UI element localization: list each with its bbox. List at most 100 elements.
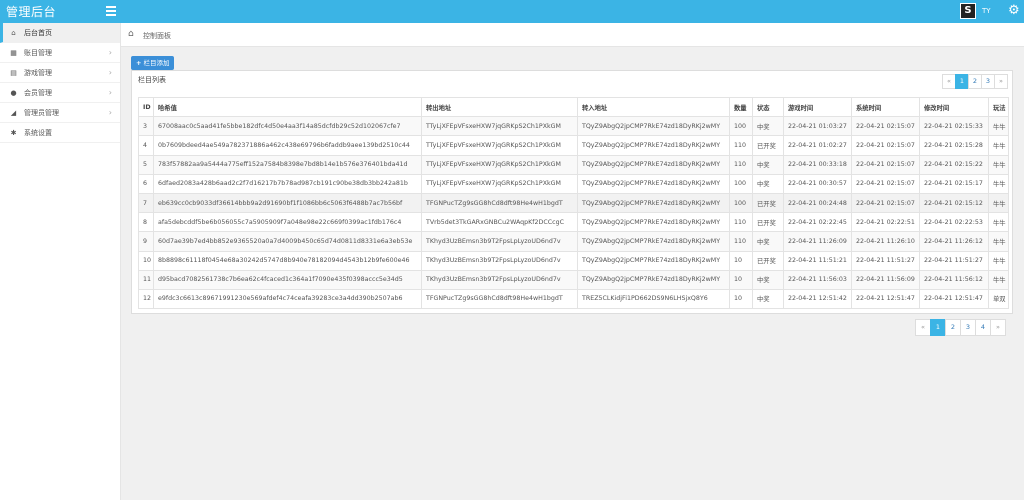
sidebar-item-1[interactable]: ⌂ 后台首页 — [0, 23, 120, 43]
table-cell: 牛牛 — [988, 250, 1009, 271]
table-cell: 22-04-21 12:51:47 — [851, 288, 920, 310]
table-cell: 已开奖 — [752, 250, 784, 271]
sidebar-item-3[interactable]: ▤ 游戏管理 › — [0, 63, 120, 83]
table-row[interactable]: 8 afa5debcddf5be6b056055c7a5905909f7a048e… — [138, 212, 1009, 233]
sidebar-item-6[interactable]: ✱ 系统设置 — [0, 123, 120, 143]
sidebar-item-label: 游戏管理 — [24, 69, 52, 77]
sidebar-item-5[interactable]: ◢ 管理员管理 › — [0, 103, 120, 123]
home-icon[interactable]: ⌂ — [128, 29, 134, 39]
avatar[interactable]: S — [960, 3, 976, 19]
table-cell: 中奖 — [752, 173, 784, 194]
table-cell: 22-04-21 02:22:51 — [851, 212, 920, 233]
table-cell: 22-04-21 11:51:27 — [851, 250, 920, 271]
table-row[interactable]: 5 783f57882aa9a5444a775eff152a7584b8398e7… — [138, 154, 1009, 175]
user-icon: ● — [10, 89, 17, 97]
table-cell: 22-04-21 00:33:18 — [783, 154, 852, 175]
column-header: 哈希值 — [153, 96, 422, 118]
table-cell: 22-04-21 11:26:12 — [919, 231, 989, 252]
table-cell: TFGNPucTZg9sGG8hCd8dft98He4wH1bgdT — [421, 192, 578, 214]
pagination-next[interactable]: » — [994, 74, 1008, 89]
table-cell: 22-04-21 00:24:48 — [783, 192, 852, 214]
table-cell: 22-04-21 02:22:53 — [919, 212, 989, 233]
column-header: 修改时间 — [919, 96, 989, 118]
table-cell: 22-04-21 02:15:07 — [851, 135, 920, 156]
table-cell: 牛牛 — [988, 135, 1009, 156]
pagination-next[interactable]: » — [990, 319, 1006, 336]
table-cell: TQyZ9AbgQ2jpCMP7RkE74zd18DyRKj2wMY — [577, 154, 730, 175]
table-cell: TQyZ9AbgQ2jpCMP7RkE74zd18DyRKj2wMY — [577, 212, 730, 233]
sidebar-item-4[interactable]: ● 会员管理 › — [0, 83, 120, 103]
table-row[interactable]: 3 67008aac0c5aad41fe5bbe182dfc4d50e4aa3f1… — [138, 116, 1009, 137]
table-row[interactable]: 11 d95bacd7082561738c7b6ea62c4fcaced1c364… — [138, 269, 1009, 290]
table-cell: 3 — [138, 116, 154, 137]
pagination-page[interactable]: 3 — [960, 319, 976, 336]
pagination-page[interactable]: 2 — [945, 319, 961, 336]
pagination-page[interactable]: 1 — [955, 74, 969, 89]
sidebar-item-2[interactable]: ▦ 账目管理 › — [0, 43, 120, 63]
breadcrumb-label[interactable]: 控制面板 — [143, 31, 171, 41]
pagination-bottom: «1 2 3 4» — [915, 319, 1006, 336]
table-header-row: ID 哈希值 转出地址 转入地址 数量 状态 游戏时间 系统时间 修改时间 玩法 — [138, 96, 1009, 118]
table-cell: 110 — [729, 154, 753, 175]
table-cell: 中奖 — [752, 116, 784, 137]
table-cell: 22-04-21 02:15:22 — [919, 154, 989, 175]
table-cell: 牛牛 — [988, 269, 1009, 290]
user-initials[interactable]: TY — [982, 7, 991, 15]
table-cell: 7 — [138, 192, 154, 214]
pagination-prev[interactable]: « — [942, 74, 956, 89]
table-cell: 22-04-21 11:51:21 — [783, 250, 852, 271]
pagination-page[interactable]: 1 — [930, 319, 946, 336]
pagination-page[interactable]: 3 — [981, 74, 995, 89]
pagination-page[interactable]: 4 — [975, 319, 991, 336]
table-cell: 中奖 — [752, 231, 784, 252]
table-cell: 67008aac0c5aad41fe5bbe182dfc4d50e4aa3f14… — [153, 116, 422, 137]
table-row[interactable]: 12 e9fdc3c6613c89671991230e569afdef4c74ce… — [138, 288, 1009, 310]
hamburger-menu-icon[interactable] — [106, 6, 116, 16]
table-cell: 22-04-21 12:51:42 — [783, 288, 852, 310]
table-row[interactable]: 6 6dfaed2083a428b6aad2c2f7d16217b7b78ad98… — [138, 173, 1009, 194]
send-icon: ◢ — [10, 109, 17, 117]
plus-icon: + — [136, 59, 142, 67]
table-cell: afa5debcddf5be6b056055c7a5905909f7a048e9… — [153, 212, 422, 233]
table-cell: 中奖 — [752, 288, 784, 310]
table-cell: 783f57882aa9a5444a775eff152a7584b8398e7b… — [153, 154, 422, 175]
table-cell: 9 — [138, 231, 154, 252]
sidebar-item-label: 后台首页 — [24, 29, 52, 37]
table-row[interactable]: 10 8b8898c61118f0454e68a30242d5747d8b940e… — [138, 250, 1009, 271]
table-cell: TKhyd3UzBEmsn3b9T2FpsLpLyzoUD6nd7v — [421, 231, 578, 252]
add-column-button[interactable]: + 栏目添加 — [131, 56, 175, 70]
pagination-page[interactable]: 2 — [968, 74, 982, 89]
column-header: 系统时间 — [851, 96, 920, 118]
table-cell: TTyLjXFEpVFsxeHXW7jqGRKpS2Ch1PXkGM — [421, 116, 578, 137]
table-cell: 6dfaed2083a428b6aad2c2f7d16217b7b78ad987… — [153, 173, 422, 194]
table-cell: TQyZ9AbgQ2jpCMP7RkE74zd18DyRKj2wMY — [577, 269, 730, 290]
home-icon: ⌂ — [11, 29, 16, 37]
table-cell: 已开奖 — [752, 212, 784, 233]
main-content: ⌂ 控制面板 + 栏目添加 栏目列表 «1 2 3» ID 哈希值 转出地址 转入地址 数量状… — [121, 23, 1024, 500]
table-row[interactable]: 7 eb639cc0cb9033df36614bbb9a2d91690bf1f10… — [138, 192, 1009, 214]
table-cell: 100 — [729, 192, 753, 214]
table-cell: 单双 — [988, 288, 1009, 310]
table-cell: 已开奖 — [752, 135, 784, 156]
table-row[interactable]: 9 60d7ae39b7ed4bb852e9365520a0a7d4009b450… — [138, 231, 1009, 252]
panel-title: 栏目列表 — [138, 76, 166, 84]
table-cell: 22-04-21 02:15:07 — [851, 192, 920, 214]
table-cell: TQyZ9AbgQ2jpCMP7RkE74zd18DyRKj2wMY — [577, 231, 730, 252]
table-cell: 8b8898c61118f0454e68a30242d5747d8b940e78… — [153, 250, 422, 271]
table-body: 3 67008aac0c5aad41fe5bbe182dfc4d50e4aa3f1… — [138, 116, 1009, 310]
settings-gear-icon[interactable]: ⚙ — [1008, 4, 1022, 18]
sidebar-item-label: 管理员管理 — [24, 109, 59, 117]
table-cell: 22-04-21 02:15:07 — [851, 154, 920, 175]
table-cell: 22-04-21 11:51:27 — [919, 250, 989, 271]
breadcrumb: ⌂ 控制面板 — [121, 23, 1024, 47]
table-row[interactable]: 4 0b7609bdeed4ae549a782371886a462c438e697… — [138, 135, 1009, 156]
table-cell: 22-04-21 11:56:12 — [919, 269, 989, 290]
table-cell: 22-04-21 11:26:09 — [783, 231, 852, 252]
sidebar-item-label: 系统设置 — [24, 129, 52, 137]
sidebar-menu: ⌂ 后台首页 ▦ 账目管理 › ▤ 游戏管理 › ● 会员管理 › ◢ 管理员管理 › ✱ 系统设置 — [0, 23, 120, 143]
app-brand[interactable]: 管理后台 — [6, 3, 56, 20]
table-cell: 12 — [138, 288, 154, 310]
pagination-prev[interactable]: « — [915, 319, 931, 336]
chevron-right-icon: › — [108, 68, 112, 77]
table-cell: 22-04-21 02:15:07 — [851, 173, 920, 194]
